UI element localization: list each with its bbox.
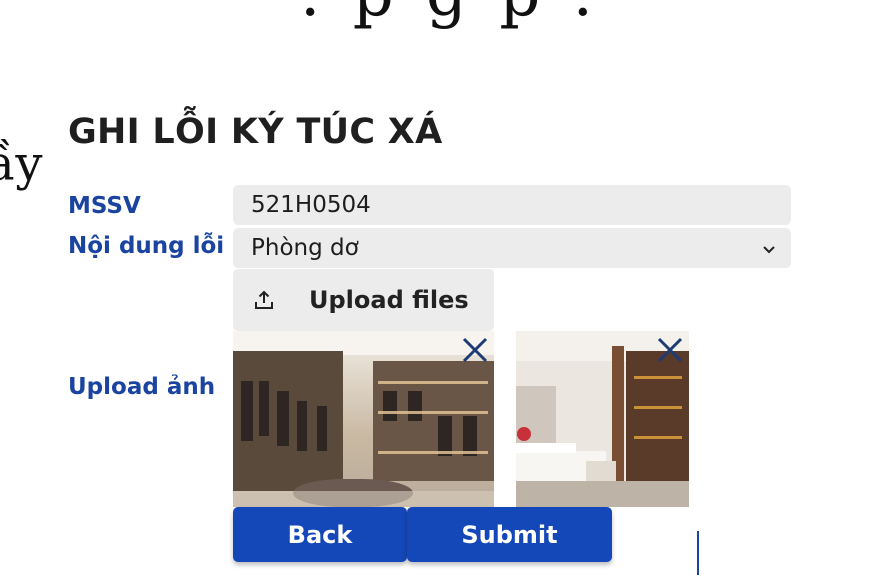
mssv-input[interactable]: 521H0504 <box>233 185 791 225</box>
error-content-label: Nội dung lỗi <box>68 233 225 259</box>
upload-files-button[interactable]: Upload files <box>233 269 494 331</box>
background-text-left: ầy <box>0 136 43 192</box>
submit-button[interactable]: Submit <box>407 507 612 562</box>
upload-icon <box>255 290 273 309</box>
chevron-down-icon <box>763 246 775 254</box>
uploaded-image-thumbnail <box>516 331 689 507</box>
page-title: GHI LỖI KÝ TÚC XÁ <box>68 112 443 152</box>
text-cursor <box>697 531 699 575</box>
upload-files-label: Upload files <box>309 286 469 314</box>
close-icon[interactable] <box>655 335 685 365</box>
error-content-select[interactable]: Phòng dơ <box>233 228 791 268</box>
close-icon[interactable] <box>460 335 490 365</box>
mssv-label: MSSV <box>68 193 141 219</box>
back-button[interactable]: Back <box>233 507 407 562</box>
uploaded-image-thumbnail <box>233 331 494 507</box>
background-text-top: . p g p . <box>300 0 599 26</box>
upload-image-label: Upload ảnh <box>68 374 216 400</box>
closet-room-photo <box>233 331 494 507</box>
error-content-selected: Phòng dơ <box>251 235 359 261</box>
